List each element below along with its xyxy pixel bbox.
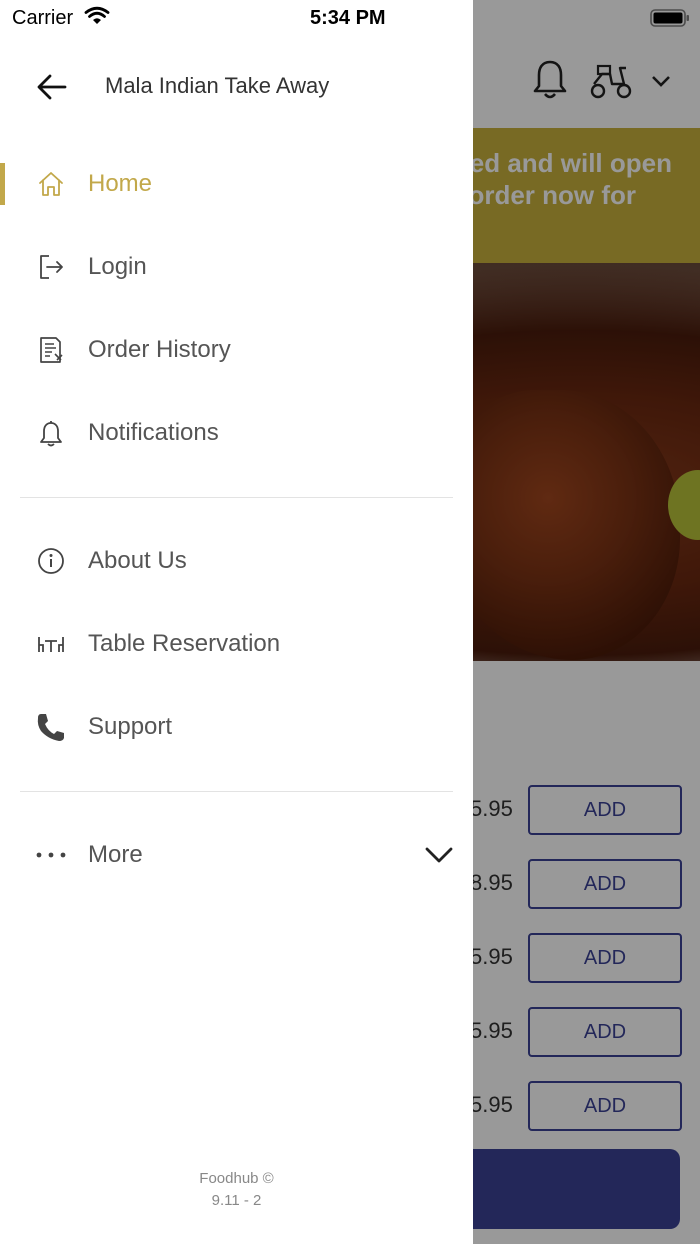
- nav-item-label: Login: [88, 253, 147, 280]
- divider: [20, 791, 453, 792]
- carrier-label: Carrier: [12, 7, 74, 29]
- restaurant-name: Mala Indian Take Away: [105, 73, 330, 98]
- back-button[interactable]: [28, 66, 76, 108]
- nav-item-login[interactable]: Login: [0, 237, 473, 297]
- phone-icon: [33, 709, 69, 745]
- chevron-down-icon[interactable]: [424, 842, 454, 868]
- login-icon: [33, 249, 69, 285]
- table-icon: [33, 626, 69, 662]
- dots-icon: [33, 837, 69, 873]
- nav-item-label: Table Reservation: [88, 630, 281, 657]
- wifi-icon: [84, 6, 110, 24]
- nav-item-more[interactable]: More: [0, 825, 473, 885]
- nav-item-support[interactable]: Support: [0, 697, 473, 757]
- home-icon: [33, 166, 69, 202]
- bell-icon: [33, 415, 69, 451]
- status-bar: Carrier 5:34 PM: [0, 0, 700, 36]
- nav-item-home[interactable]: Home: [0, 154, 473, 214]
- nav-item-label: More: [88, 841, 143, 868]
- nav-item-label: Order History: [88, 336, 231, 363]
- arrow-left-icon: [37, 74, 67, 100]
- app-footer: Foodhub © 9.11 - 2: [0, 1168, 473, 1212]
- nav-item-notifications[interactable]: Notifications: [0, 403, 473, 463]
- nav-item-label: Support: [88, 713, 173, 740]
- nav-item-label: Notifications: [88, 419, 219, 446]
- navigation-drawer: Mala Indian Take Away Home Login Order H…: [0, 0, 473, 1244]
- nav-item-label: About Us: [88, 547, 187, 574]
- status-time: 5:34 PM: [310, 7, 386, 29]
- nav-item-order-history[interactable]: Order History: [0, 320, 473, 380]
- divider: [20, 497, 453, 498]
- info-icon: [33, 543, 69, 579]
- battery-icon: [650, 9, 689, 27]
- footer-version: 9.11 - 2: [211, 1192, 262, 1209]
- nav-item-table-reservation[interactable]: Table Reservation: [0, 614, 473, 674]
- footer-brand: Foodhub ©: [199, 1170, 274, 1187]
- receipt-icon: [33, 332, 69, 368]
- nav-item-about-us[interactable]: About Us: [0, 531, 473, 591]
- nav-item-label: Home: [88, 170, 153, 197]
